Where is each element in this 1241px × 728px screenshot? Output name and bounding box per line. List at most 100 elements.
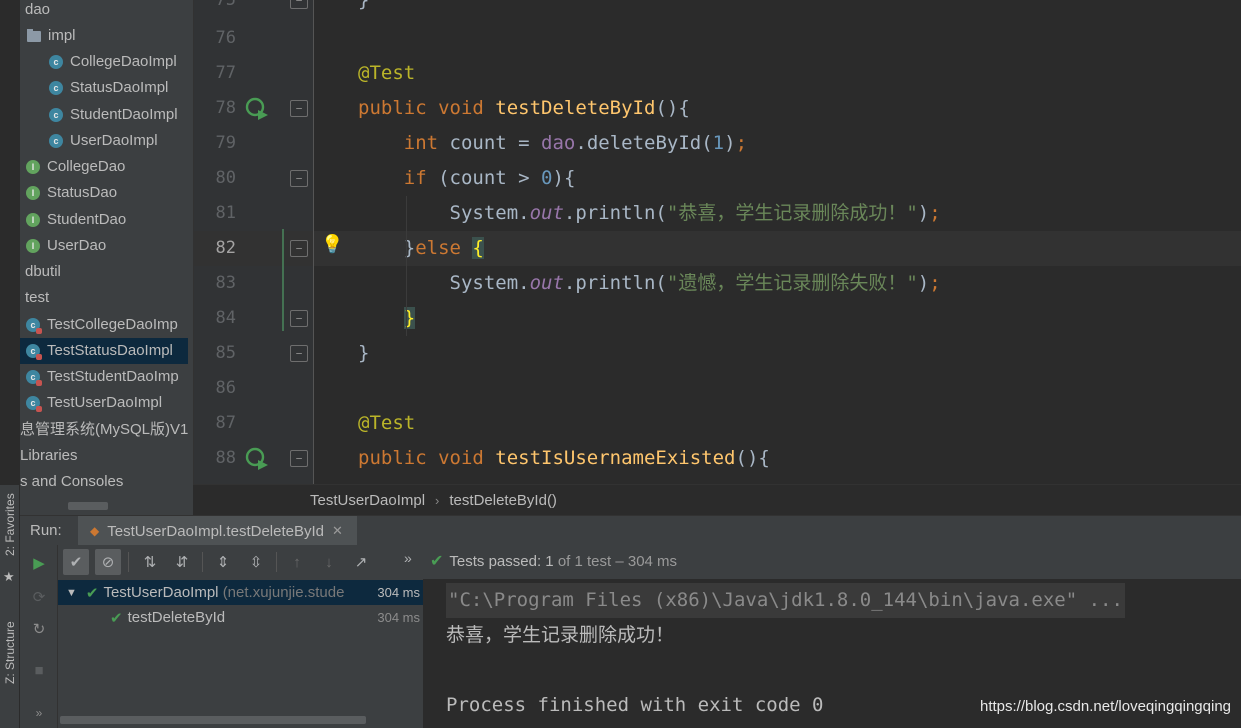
run-test-icon[interactable] [244,96,270,122]
code-line[interactable]: 85 − } [194,336,1241,371]
class-icon: c [49,55,63,69]
code-line[interactable]: 76 [194,21,1241,56]
run-tool-header: Run: ◆ TestUserDaoImpl.testDeleteById ✕ [20,515,1241,546]
rerun-failed-icon[interactable]: ⟳ [28,586,50,608]
more-actions-icon[interactable]: » [404,550,412,566]
show-ignored-icon[interactable]: ⊘ [95,549,121,575]
fold-icon[interactable]: − [290,170,308,187]
code-line[interactable]: 75 − } [194,0,1241,18]
interface-icon: I [26,213,40,227]
class-icon: c [49,81,63,95]
code-line[interactable]: 78 − public void testDeleteById(){ [194,91,1241,126]
sort-alpha-icon[interactable]: ⇅ [137,549,163,575]
toggle-auto-test-icon[interactable]: ↻ [28,618,50,640]
toolbar-separator [202,552,203,572]
test-status: ✔ Tests passed: 1 of 1 test – 304 ms [430,545,677,579]
code-line[interactable]: 83 System.out.println("遗憾，学生记录删除失败！"); [194,266,1241,301]
run-config-tab[interactable]: ◆ TestUserDaoImpl.testDeleteById ✕ [78,516,357,546]
collapse-all-icon[interactable]: ⇳ [243,549,269,575]
tree-horizontal-scrollbar[interactable] [68,502,108,510]
test-class-icon: c [26,396,42,412]
check-icon: ✔ [110,609,123,627]
tree-item-project[interactable]: 息管理系统(MySQL版)V1 [20,417,188,443]
structure-tab[interactable]: Z: Structure [1,613,19,693]
tree-item-test[interactable]: test [25,285,49,311]
test-suite-row[interactable]: ▼ ✔ TestUserDaoImpl (net.xujunjie.stude … [58,580,423,605]
tree-item-dbutil[interactable]: dbutil [25,259,61,285]
next-test-icon[interactable]: ↓ [316,549,342,575]
fold-icon[interactable]: − [290,100,308,117]
test-tree-scrollbar[interactable] [60,716,366,724]
export-icon[interactable]: ↗ [348,549,374,575]
check-icon: ✔ [85,584,99,602]
code-line[interactable]: 88 − public void testIsUsernameExisted()… [194,441,1241,476]
tree-item-test-class-selected[interactable]: c TestStatusDaoImpl [20,338,188,364]
tree-item-scratches[interactable]: s and Consoles [20,469,123,495]
fold-icon[interactable]: − [290,240,308,257]
test-results-tree: ▼ ✔ TestUserDaoImpl (net.xujunjie.stude … [58,579,424,728]
tree-item-class[interactable]: c UserDaoImpl [49,128,158,154]
tree-item-class[interactable]: c CollegeDaoImpl [49,49,177,75]
stop-icon[interactable]: ■ [28,659,50,681]
gutter-separator [313,0,314,484]
test-class-icon: c [26,370,42,386]
sort-duration-icon[interactable]: ⇵ [169,549,195,575]
tree-item-impl[interactable]: impl [27,23,76,49]
check-icon: ✔ [430,553,444,570]
favorites-tab[interactable]: 2: Favorites [1,485,19,565]
fold-icon[interactable]: − [290,450,308,467]
tree-item-test-class[interactable]: c TestStudentDaoImp [26,364,179,390]
breadcrumb-class[interactable]: TestUserDaoImpl [310,492,425,509]
code-line[interactable]: 84 − } [194,301,1241,336]
tree-item-class[interactable]: c StudentDaoImpl [49,102,178,128]
interface-icon: I [26,186,40,200]
folder-icon [27,28,41,42]
tree-item-interface[interactable]: I StatusDao [26,180,117,206]
watermark: https://blog.csdn.net/loveqingqingqing [979,698,1231,715]
fold-icon[interactable]: − [290,0,308,9]
show-passed-icon[interactable]: ✔ [63,549,89,575]
tree-item-interface[interactable]: I CollegeDao [26,154,125,180]
test-case-row[interactable]: ✔ testDeleteById 304 ms [58,605,423,630]
more-icon[interactable]: » [28,702,50,724]
tree-item-dao[interactable]: dao [25,0,50,23]
tree-item-interface[interactable]: I StudentDao [26,207,126,233]
tree-item-class[interactable]: c StatusDaoImpl [49,75,168,101]
run-tab-label: TestUserDaoImpl.testDeleteById [107,522,324,540]
code-line[interactable]: 77 @Test [194,56,1241,91]
tree-item-test-class[interactable]: c TestCollegeDaoImp [26,312,178,338]
run-label: Run: [30,522,62,539]
code-line[interactable]: 87 @Test [194,406,1241,441]
code-line-current[interactable]: 82 − 💡 }else { [194,231,1241,266]
code-line[interactable]: 80 − if (count > 0){ [194,161,1241,196]
code-line[interactable]: 86 [194,371,1241,406]
project-tree: dao impl c CollegeDaoImpl c StatusDaoImpl … [20,0,193,515]
code-line[interactable]: 79 int count = dao.deleteById(1); [194,126,1241,161]
previous-test-icon[interactable]: ↑ [284,549,310,575]
test-config-icon: ◆ [90,524,100,538]
fold-icon[interactable]: − [290,345,308,362]
toolbar-separator [276,552,277,572]
fold-icon[interactable]: − [290,310,308,327]
expand-arrow-icon[interactable]: ▼ [66,587,77,599]
interface-icon: I [26,160,40,174]
console-output[interactable]: "C:\Program Files (x86)\Java\jdk1.8.0_14… [424,579,1241,728]
tree-item-test-class[interactable]: c TestUserDaoImpl [26,390,162,416]
star-icon[interactable]: ★ [3,569,15,585]
tree-item-interface[interactable]: I UserDao [26,233,106,259]
close-icon[interactable]: ✕ [332,523,343,539]
change-marker[interactable] [282,229,284,331]
lightbulb-icon[interactable]: 💡 [321,234,343,255]
code-line[interactable]: 81 System.out.println("恭喜，学生记录删除成功！"); [194,196,1241,231]
breadcrumb-method[interactable]: testDeleteById() [449,492,557,509]
class-icon: c [49,134,63,148]
code-editor[interactable]: 75 − } 76 77 @Test 78 − public void test… [193,0,1241,484]
run-toolbar: ✔ ⊘ ⇅ ⇵ ⇕ ⇳ ↑ ↓ ↗ » ✔ Tests passed: 1 of… [58,545,1241,579]
tree-item-libraries[interactable]: Libraries [20,443,78,469]
rerun-icon[interactable]: ▶ [28,552,50,574]
run-test-icon[interactable] [244,446,270,472]
breadcrumb: TestUserDaoImpl › testDeleteById() [193,484,1241,515]
console-command-line[interactable]: "C:\Program Files (x86)\Java\jdk1.8.0_14… [446,583,1125,618]
run-side-toolbar: ▶ ⟳ ↻ ■ » [20,545,58,728]
expand-all-icon[interactable]: ⇕ [210,549,236,575]
